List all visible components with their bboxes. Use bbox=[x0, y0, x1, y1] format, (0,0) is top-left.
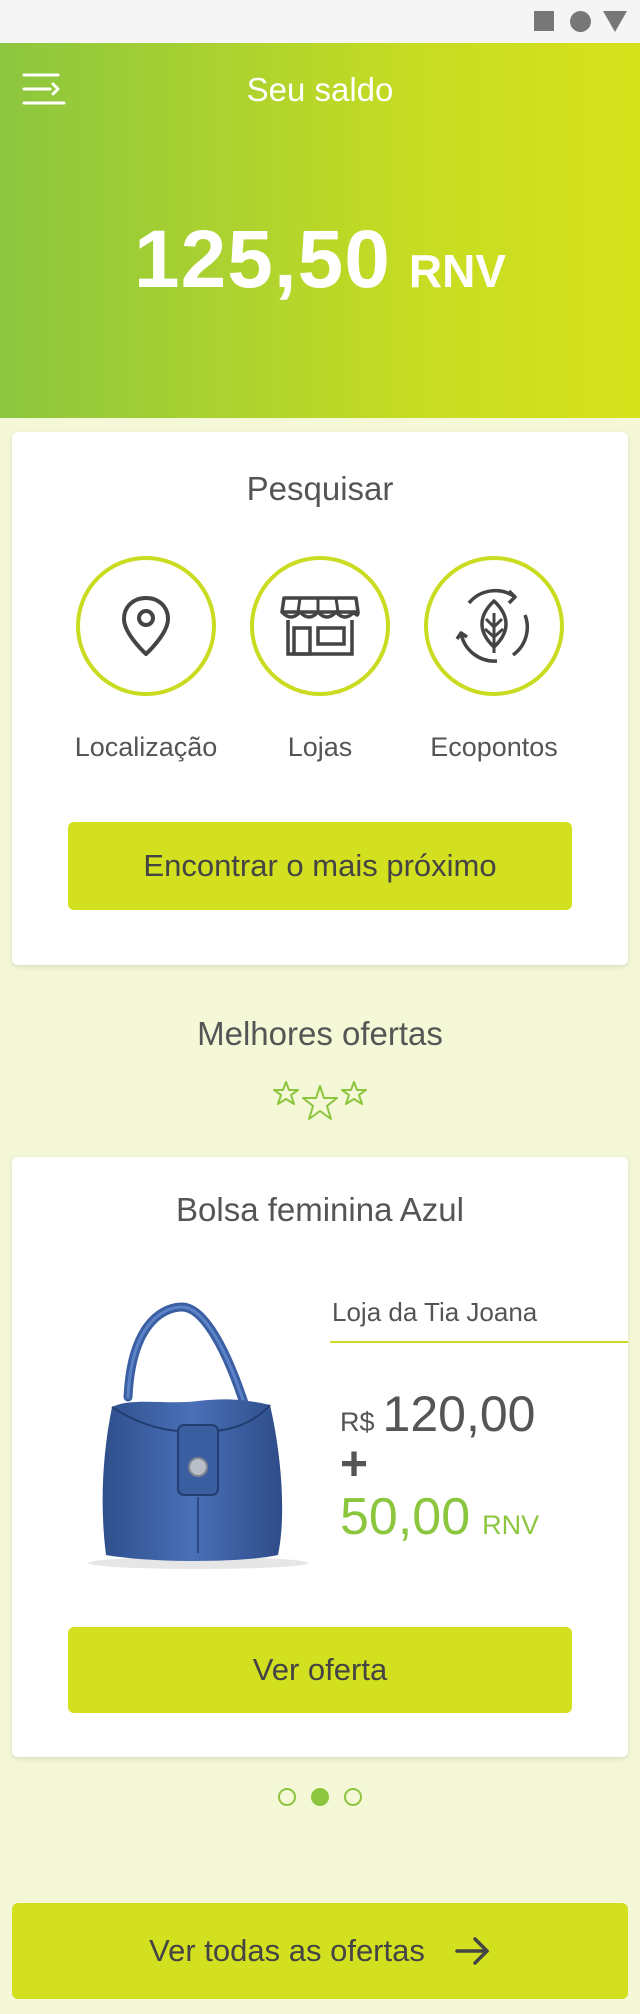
square-icon bbox=[534, 11, 554, 31]
option-circle bbox=[424, 556, 564, 696]
store-icon bbox=[280, 596, 360, 656]
price-value: 120,00 bbox=[382, 1386, 536, 1442]
pagination-dot[interactable] bbox=[344, 1788, 362, 1806]
balance-value: 125,50 bbox=[134, 214, 391, 305]
search-title: Pesquisar bbox=[246, 470, 394, 507]
pagination-dot[interactable] bbox=[278, 1788, 296, 1806]
search-card: Pesquisar Localização Lojas Ecopontos En… bbox=[12, 432, 628, 965]
carousel-pagination bbox=[278, 1788, 362, 1810]
price-currency: R$ bbox=[340, 1407, 375, 1437]
view-offer-button[interactable]: Ver oferta bbox=[68, 1627, 572, 1713]
page-title: Seu saldo bbox=[246, 71, 394, 108]
stars-icon bbox=[273, 1081, 367, 1120]
option-stores[interactable]: Lojas bbox=[230, 556, 410, 763]
divider bbox=[330, 1341, 628, 1343]
view-all-offers-label: Ver todas as ofertas bbox=[149, 1933, 425, 1968]
pagination-dot-active[interactable] bbox=[311, 1788, 329, 1806]
triangle-icon bbox=[603, 11, 627, 32]
option-ecopoints[interactable]: Ecopontos bbox=[404, 556, 584, 763]
price: R$ 120,00 bbox=[340, 1385, 535, 1443]
arrow-right-icon bbox=[455, 1937, 489, 1965]
balance-display: 125,50 RNV bbox=[0, 213, 640, 307]
offer-title: Bolsa feminina Azul bbox=[176, 1191, 464, 1228]
recycle-leaf-icon bbox=[455, 588, 530, 663]
rnv-unit: RNV bbox=[482, 1510, 540, 1540]
balance-unit: RNV bbox=[408, 245, 506, 297]
plus-sign: + bbox=[340, 1438, 369, 1491]
balance-header: Seu saldo 125,50 RNV bbox=[0, 43, 640, 418]
find-nearest-button[interactable]: Encontrar o mais próximo bbox=[68, 822, 572, 910]
option-label: Lojas bbox=[287, 732, 353, 762]
offer-card[interactable]: Bolsa feminina Azul Loja da Tia Joana R$… bbox=[12, 1157, 628, 1757]
view-all-offers-button[interactable]: Ver todas as ofertas bbox=[12, 1903, 628, 1999]
option-label: Ecopontos bbox=[430, 732, 558, 762]
option-label: Localização bbox=[74, 732, 218, 762]
option-circle bbox=[76, 556, 216, 696]
option-location[interactable]: Localização bbox=[56, 556, 236, 763]
location-pin-icon bbox=[122, 596, 170, 656]
status-bar bbox=[0, 0, 640, 43]
offers-section-title: Melhores ofertas bbox=[197, 1015, 443, 1052]
rnv-price: 50,00 RNV bbox=[340, 1487, 539, 1547]
rnv-value: 50,00 bbox=[340, 1488, 471, 1546]
handbag-image bbox=[88, 1302, 308, 1569]
store-name: Loja da Tia Joana bbox=[332, 1297, 538, 1327]
circle-icon bbox=[570, 11, 591, 32]
option-circle bbox=[250, 556, 390, 696]
